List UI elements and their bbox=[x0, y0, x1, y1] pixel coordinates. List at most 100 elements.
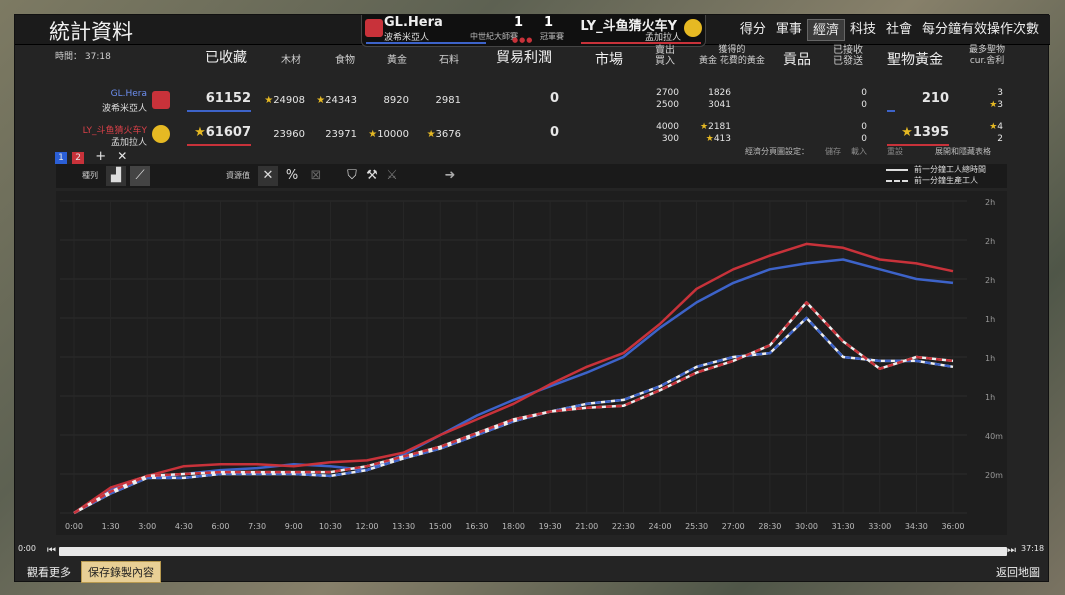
bohemian-crest-icon bbox=[365, 19, 383, 37]
player2-score: 1 bbox=[544, 15, 554, 30]
close-icon[interactable]: ✕ bbox=[117, 149, 127, 163]
row1-received: 0 bbox=[861, 88, 867, 98]
col-relic-gold: 聖物黃金 bbox=[887, 52, 943, 68]
row2-gold-spent: ★413 bbox=[705, 134, 731, 144]
row2-max-relics: ★4 bbox=[989, 122, 1003, 132]
graph-toolbar-top: 1 2 + ✕ 經濟分頁圖設定： 儲存 載入 重設 展開和隱藏表格 bbox=[55, 145, 1015, 164]
row1-food: ★24343 bbox=[316, 95, 357, 106]
y-tick-label: 2h bbox=[985, 237, 995, 246]
row1-stone: 2981 bbox=[435, 95, 461, 106]
col-wood: 木材 bbox=[281, 55, 301, 66]
area-chart-icon[interactable]: ▟ bbox=[106, 166, 126, 186]
col-food: 食物 bbox=[335, 55, 355, 66]
x-tick-label: 25:30 bbox=[685, 522, 708, 531]
x-tick-label: 33:00 bbox=[868, 522, 891, 531]
team2-toggle[interactable]: 2 bbox=[72, 152, 85, 164]
economy-chart: 0:00 1:30 3:00 4:30 6:00 7:30 9:00 10:30 12:00 13… bbox=[56, 191, 1007, 535]
row1-crest-icon bbox=[152, 91, 170, 109]
player1-rank: 中世紀大師賽 bbox=[470, 32, 518, 41]
x-tick-label: 19:30 bbox=[539, 522, 562, 531]
col-gold: 黃金 bbox=[387, 55, 407, 66]
x-tick-label: 36:00 bbox=[941, 522, 964, 531]
row1-sold: 2700 bbox=[656, 88, 679, 98]
row2-food: 23971 bbox=[325, 129, 357, 140]
swords-icon[interactable]: ⚔ bbox=[382, 166, 402, 186]
view-more-button[interactable]: 觀看更多 bbox=[21, 562, 77, 582]
row2-wood: 23960 bbox=[273, 129, 305, 140]
skip-start-icon[interactable]: ⏮ bbox=[47, 545, 56, 556]
row1-cur-relics: ★3 bbox=[989, 100, 1003, 110]
player1-name: GL.Hera bbox=[384, 15, 443, 30]
x-tick-label: 4:30 bbox=[175, 522, 193, 531]
skip-end-icon[interactable]: ⏭ bbox=[1007, 545, 1016, 556]
graph-toolbar: 種列 ▟ ⟋ 資源值 ✕ % ⊠ ⛉ ⚒ ⚔ ➜ 前一分鐘工人總時間 前一分鐘生… bbox=[56, 164, 1007, 188]
save-recording-button[interactable]: 保存錄製內容 bbox=[81, 561, 161, 583]
bengali-crest-icon bbox=[684, 19, 702, 37]
player1-color-bar bbox=[366, 42, 486, 44]
timeline-track[interactable] bbox=[59, 547, 1007, 556]
expand-button[interactable]: 展開和隱藏表格 bbox=[935, 146, 991, 157]
category-tabs: 得分 軍事 經濟 科技 社會 每分鐘有效操作次數 bbox=[735, 19, 1044, 41]
disabled-filter-icon[interactable]: ⊠ bbox=[306, 166, 326, 186]
col-max-relics: 最多聖物 cur.舍利 bbox=[969, 45, 1006, 66]
tab-economy[interactable]: 經濟 bbox=[806, 19, 845, 41]
x-tick-label: 28:30 bbox=[758, 522, 781, 531]
sequence-label: 種列 bbox=[82, 171, 98, 180]
col-stone: 石料 bbox=[439, 55, 459, 66]
y-tick-label: 20m bbox=[985, 471, 1003, 480]
percent-icon[interactable]: % bbox=[282, 166, 302, 186]
col-gold-earned: 獲得的 黃金 花費的黃金 bbox=[699, 45, 765, 66]
save-button[interactable]: 儲存 bbox=[825, 146, 841, 157]
shield-icon[interactable]: ⛉ bbox=[342, 166, 362, 186]
x-tick-label: 21:00 bbox=[575, 522, 598, 531]
tab-apm[interactable]: 每分鐘有效操作次數 bbox=[917, 19, 1044, 41]
time-label: 時間： 37:18 bbox=[55, 52, 111, 62]
page-dots: ●●● bbox=[512, 36, 534, 44]
x-tick-label: 3:00 bbox=[138, 522, 156, 531]
row2-stone: ★3676 bbox=[426, 129, 461, 140]
row1-wood: ★24908 bbox=[264, 95, 305, 106]
x-tick-label: 1:30 bbox=[102, 522, 120, 531]
tab-society[interactable]: 社會 bbox=[881, 19, 917, 41]
col-trade: 貿易利潤 bbox=[496, 50, 552, 66]
resource-label: 資源值 bbox=[226, 171, 250, 180]
x-tick-label: 6:00 bbox=[212, 522, 230, 531]
col-sell-buy: 賣出 買入 bbox=[655, 45, 675, 67]
reset-button[interactable]: 重設 bbox=[887, 146, 903, 157]
x-tick-label: 31:30 bbox=[832, 522, 855, 531]
x-tick-label: 16:30 bbox=[465, 522, 488, 531]
economy-table: 時間： 37:18 已收藏 木材 食物 黃金 石料 貿易利潤 市場 賣出 買入 獲… bbox=[15, 45, 1050, 161]
back-to-map-button[interactable]: 返回地圖 bbox=[990, 562, 1046, 582]
x-tick-label: 27:00 bbox=[722, 522, 745, 531]
settings-label: 經濟分頁圖設定： bbox=[745, 147, 809, 156]
timeline-start: 0:00 bbox=[18, 544, 36, 553]
timeline-end: 37:18 bbox=[1021, 544, 1045, 553]
load-button[interactable]: 載入 bbox=[851, 146, 867, 157]
row1-relic-bar bbox=[887, 110, 895, 112]
player2-color-bar bbox=[581, 42, 701, 44]
row1-civ: 波希米亞人 bbox=[101, 104, 147, 114]
legend-dashed: 前一分鐘生產工人 bbox=[886, 175, 986, 186]
tab-technology[interactable]: 科技 bbox=[845, 19, 881, 41]
team1-toggle[interactable]: 1 bbox=[55, 152, 67, 164]
chart-svg: 0:00 1:30 3:00 4:30 6:00 7:30 9:00 10:30 12:00 13… bbox=[60, 198, 1003, 531]
next-icon[interactable]: ➜ bbox=[440, 166, 460, 186]
col-collected: 已收藏 bbox=[205, 50, 247, 66]
line-chart-icon[interactable]: ⟋ bbox=[130, 166, 150, 186]
x-tick-label: 12:00 bbox=[355, 522, 378, 531]
x-tick-label: 0:00 bbox=[65, 522, 83, 531]
add-icon[interactable]: + bbox=[95, 149, 106, 164]
y-tick-label: 2h bbox=[985, 276, 995, 285]
x-tick-label: 7:30 bbox=[248, 522, 266, 531]
tab-score[interactable]: 得分 bbox=[735, 19, 771, 41]
close-x-icon[interactable]: ✕ bbox=[258, 166, 278, 186]
x-tick-label: 9:00 bbox=[285, 522, 303, 531]
row1-gold-spent: 3041 bbox=[708, 100, 731, 110]
tab-military[interactable]: 軍事 bbox=[771, 19, 807, 41]
x-tick-label: 18:00 bbox=[502, 522, 525, 531]
hammer-icon[interactable]: ⚒ bbox=[362, 166, 382, 186]
y-tick-label: 1h bbox=[985, 393, 995, 402]
col-received-sent: 已接收 已發送 bbox=[833, 45, 863, 67]
player2-rank: 冠軍賽 bbox=[540, 32, 564, 41]
row2-bought: 300 bbox=[661, 134, 679, 144]
